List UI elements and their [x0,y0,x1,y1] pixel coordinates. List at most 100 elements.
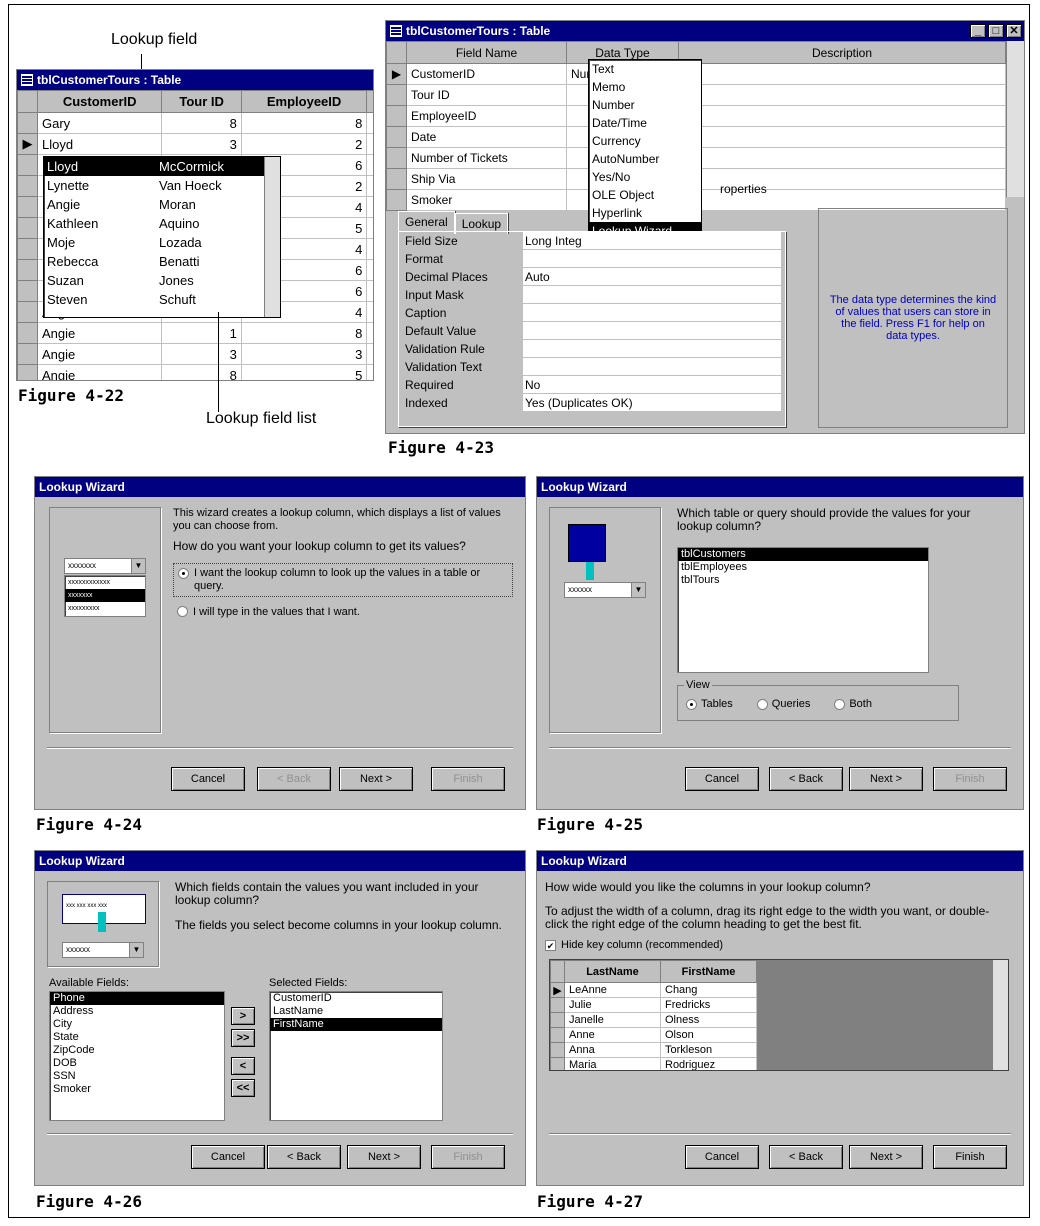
row-selector[interactable] [17,175,38,197]
data-type-option[interactable]: Hyperlink [589,204,701,222]
row-selector[interactable] [17,238,38,260]
property-row[interactable]: Required No [399,376,785,394]
maximize-button[interactable]: □ [988,24,1004,38]
row-selector[interactable] [386,105,407,127]
finish-button[interactable]: Finish [933,767,1007,791]
finish-button[interactable]: Finish [431,767,505,791]
table-cell[interactable]: Torkleson [660,1042,757,1058]
table-cell[interactable]: Anna [564,1042,661,1058]
table-cell[interactable]: 10/30/ [366,238,373,260]
close-button[interactable]: ✕ [1006,24,1022,38]
table-cell[interactable]: Olson [660,1027,757,1043]
table-list[interactable]: tblCustomers tblEmployees tblTours [677,547,929,673]
row-selector[interactable] [550,1027,565,1043]
available-field-item[interactable]: DOB [50,1057,224,1070]
move-button[interactable]: << [231,1079,255,1097]
data-type-option[interactable]: Currency [589,132,701,150]
cancel-button[interactable]: Cancel [171,767,245,791]
table-cell[interactable]: 1/31/ [366,280,373,302]
row-selector[interactable] [17,196,38,218]
row-selector[interactable] [17,301,38,323]
move-button[interactable]: < [231,1057,255,1075]
row-selector[interactable] [386,189,407,211]
finish-button[interactable]: Finish [933,1145,1007,1169]
dropdown-scrollbar[interactable] [264,157,280,317]
back-button[interactable]: < Back [267,1145,341,1169]
available-field-item[interactable]: Address [50,1005,224,1018]
hide-key-checkbox[interactable]: ✔ Hide key column (recommended) [545,939,723,951]
finish-button[interactable]: Finish [431,1145,505,1169]
row-selector[interactable] [17,259,38,281]
description-cell[interactable] [678,126,1006,148]
property-value[interactable] [523,304,781,322]
table-cell[interactable]: Chang [660,982,757,998]
minimize-button[interactable]: _ [970,24,986,38]
table-cell[interactable]: 2 [240,133,368,155]
description-cell[interactable] [678,147,1006,169]
table-cell[interactable]: 8 [240,112,368,134]
available-field-item[interactable]: Phone [50,992,224,1005]
table-cell[interactable]: 1/24/ [366,112,373,134]
table-cell[interactable]: 11/6/ [366,343,373,365]
data-type-option[interactable]: Number [589,96,701,114]
table-cell[interactable]: LeAnne [564,982,661,998]
list-item[interactable]: Angie Moran [44,195,280,214]
property-row[interactable]: Format [399,250,785,268]
f27-scrollbar[interactable] [992,960,1008,1070]
table-cell[interactable]: 3 [240,343,368,365]
property-row[interactable]: Default Value [399,322,785,340]
available-field-item[interactable]: State [50,1031,224,1044]
table-cell[interactable]: Gary [36,112,163,134]
next-button[interactable]: Next > [347,1145,421,1169]
list-item[interactable]: Kathleen Aquino [44,214,280,233]
table-cell[interactable]: 8 [240,322,368,344]
field-name-cell[interactable]: Date [406,126,567,148]
column-header[interactable]: EmployeeID [240,90,368,113]
table-cell[interactable]: 8 [161,364,242,380]
option-lookup-table[interactable]: I want the lookup column to look up the … [173,563,513,597]
row-selector[interactable] [17,217,38,239]
table-cell[interactable]: Angie [36,364,163,380]
current-record-icon[interactable]: ▶ [17,133,38,155]
data-type-option[interactable]: Yes/No [589,168,701,186]
row-selector[interactable] [386,126,407,148]
property-value[interactable] [523,286,781,304]
field-name-cell[interactable]: Smoker [406,189,567,211]
list-item[interactable]: Lloyd McCormick [44,157,280,176]
selected-field-item[interactable]: CustomerID [270,992,442,1005]
property-row[interactable]: Caption [399,304,785,322]
table-cell[interactable]: Julie [564,997,661,1013]
available-field-item[interactable]: Smoker [50,1083,224,1096]
description-cell[interactable] [678,84,1006,106]
available-field-item[interactable]: ZipCode [50,1044,224,1057]
table-row[interactable]: Janelle Olness [550,1012,757,1028]
column-header[interactable]: LastName [564,960,661,983]
field-name-cell[interactable]: Ship Via [406,168,567,190]
row-selector[interactable] [550,1057,565,1070]
table-cell[interactable]: 3 [161,133,242,155]
cancel-button[interactable]: Cancel [685,1145,759,1169]
table-cell[interactable]: 12/25/ [366,301,373,323]
field-name-cell[interactable]: EmployeeID [406,105,567,127]
description-cell[interactable] [678,63,1006,85]
table-cell[interactable]: 3/27/ [366,364,373,380]
row-selector[interactable] [17,154,38,176]
property-value[interactable] [523,340,781,358]
table-row[interactable]: Angie853/27/ [17,364,373,380]
f23-scrollbar[interactable] [1006,41,1024,197]
row-selector[interactable] [386,147,407,169]
row-selector[interactable] [17,364,38,380]
option-type-values[interactable]: I will type in the values that I want. [173,605,513,621]
property-value[interactable] [523,250,781,268]
table-list-item[interactable]: tblTours [678,574,928,587]
property-value[interactable]: Yes (Duplicates OK) [523,394,781,412]
field-name-cell[interactable]: Tour ID [406,84,567,106]
column-header[interactable]: CustomerID [36,90,163,113]
row-selector[interactable] [17,322,38,344]
current-row-icon[interactable]: ▶ [550,982,565,998]
property-value[interactable] [523,322,781,340]
column-header[interactable]: Date [366,90,373,113]
table-cell[interactable]: Lloyd [36,133,163,155]
table-cell[interactable]: Anne [564,1027,661,1043]
row-selector[interactable] [17,112,38,134]
